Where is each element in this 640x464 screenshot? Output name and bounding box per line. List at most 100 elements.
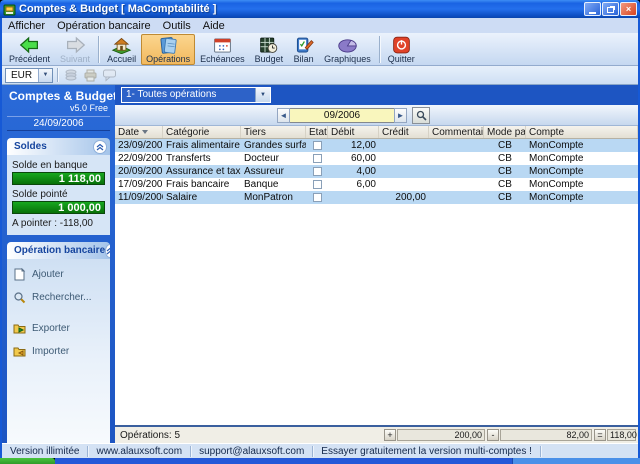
search-icon (14, 292, 26, 304)
currency-value: EUR (11, 69, 33, 81)
content-area: Comptes & Budget v5.0 Free 24/09/2006 So… (2, 85, 638, 443)
column-header-date[interactable]: Date (115, 126, 163, 138)
operations-filter-select[interactable]: 1- Toutes opérations ▼ (121, 87, 271, 103)
table-row[interactable]: 17/09/2006 Frais bancaire Banque 6,00 CB… (115, 178, 638, 191)
debit-total-indicator: - (487, 429, 499, 441)
column-header-tiers[interactable]: Tiers (241, 126, 306, 138)
close-button[interactable]: × (620, 2, 637, 16)
column-header-commentaire[interactable]: Commentaire (429, 126, 484, 138)
collapse-panel-button[interactable] (105, 243, 110, 258)
column-header-compte[interactable]: Compte (526, 126, 638, 138)
graphiques-button[interactable]: Graphiques (319, 34, 376, 65)
etat-checkbox[interactable] (312, 141, 322, 150)
search-period-button[interactable] (412, 106, 430, 124)
balance-total-indicator: = (594, 429, 606, 441)
operations-count: Opérations: 5 (120, 429, 181, 441)
credit-total-indicator: + (384, 429, 396, 441)
column-header-debit[interactable]: Débit (328, 126, 379, 138)
chevron-up-icon (106, 247, 110, 254)
table-empty-area (115, 204, 638, 425)
etat-checkbox[interactable] (312, 167, 322, 176)
accueil-button[interactable]: Accueil (102, 34, 141, 65)
app-logo-icon (3, 4, 16, 15)
window-title: Comptes & Budget [ MaComptabilité ] (19, 3, 217, 15)
safe-icon (260, 37, 278, 53)
period-field[interactable]: 09/2006 (290, 107, 394, 123)
menu-afficher[interactable]: Afficher (2, 20, 51, 32)
operations-button[interactable]: Opérations (141, 34, 196, 65)
printer-icon[interactable] (83, 68, 98, 82)
bank-balance-label: Solde en banque (12, 160, 88, 171)
main-area: 1- Toutes opérations ▼ ◄ 09/2006 ► Date … (115, 85, 638, 443)
column-header-credit[interactable]: Crédit (379, 126, 429, 138)
quitter-button[interactable]: Quitter (383, 34, 420, 65)
speech-bubble-icon[interactable] (102, 68, 117, 82)
minimize-icon (589, 11, 596, 14)
suivant-button[interactable]: Suivant (55, 34, 95, 65)
chevron-down-icon: ▼ (38, 68, 52, 82)
filter-band: 1- Toutes opérations ▼ (115, 85, 638, 105)
start-button[interactable] (0, 458, 55, 464)
chevron-down-icon: ▼ (255, 88, 270, 102)
currency-select[interactable]: EUR ▼ (5, 67, 53, 83)
new-note-icon (14, 268, 26, 281)
bank-balance-value: 1 118,00 (12, 172, 105, 185)
taskbar-strip (55, 458, 512, 464)
next-month-button[interactable]: ► (394, 107, 407, 123)
ajouter-link[interactable]: Ajouter (13, 268, 104, 281)
currency-toolbar: EUR ▼ (2, 66, 638, 85)
pie-chart-icon (338, 39, 357, 53)
table-header-row: Date Catégorie Tiers Etat Débit Crédit C… (115, 126, 638, 139)
exporter-link[interactable]: Exporter (13, 322, 104, 335)
table-row[interactable]: 11/09/2006 Salaire MonPatron 200,00 CB M… (115, 191, 638, 204)
operation-panel-body: Ajouter Rechercher... Exporter Importer (7, 259, 110, 443)
menu-operation-bancaire[interactable]: Opération bancaire (51, 20, 157, 32)
bilan-button[interactable]: Bilan (288, 34, 319, 65)
website-link[interactable]: www.alauxsoft.com (88, 445, 192, 457)
toolbar-separator (98, 36, 100, 63)
column-header-etat[interactable]: Etat (306, 126, 328, 138)
soldes-panel-title: Soldes (14, 141, 47, 152)
upgrade-promo-link[interactable]: Essayer gratuitement la version multi-co… (313, 445, 541, 457)
etat-checkbox[interactable] (312, 193, 322, 202)
soldes-panel-header: Soldes (7, 138, 110, 155)
sidebar-app-title: Comptes & Budget (9, 89, 117, 103)
column-header-categorie[interactable]: Catégorie (163, 126, 241, 138)
coins-icon[interactable] (64, 68, 79, 82)
current-date-display: 24/09/2006 (7, 116, 110, 131)
power-icon (392, 36, 410, 54)
toolbar-separator (57, 68, 58, 82)
restore-button[interactable] (602, 2, 619, 16)
collapse-panel-button[interactable] (93, 139, 107, 154)
importer-link[interactable]: Importer (13, 345, 104, 358)
credit-total-value: 200,00 (397, 429, 485, 441)
etat-checkbox[interactable] (312, 180, 322, 189)
echeances-button[interactable]: Echéances (195, 34, 250, 65)
forward-arrow-icon (66, 36, 85, 54)
table-row[interactable]: 23/09/2006 Frais alimentaire Grandes sur… (115, 139, 638, 152)
window-frame: Afficher Opération bancaire Outils Aide … (0, 18, 640, 458)
menu-aide[interactable]: Aide (197, 20, 231, 32)
to-point-label: A pointer : -118,00 (12, 218, 93, 229)
sort-desc-icon (142, 130, 149, 134)
export-folder-icon (13, 324, 26, 334)
soldes-panel-body: Solde en banque 1 118,00 Solde pointé 1 … (7, 155, 110, 235)
column-header-mode-paiement[interactable]: Mode pai... (484, 126, 526, 138)
table-row[interactable]: 22/09/2006 Transferts Docteur 60,00 CB M… (115, 152, 638, 165)
title-bar: Comptes & Budget [ MaComptabilité ] × (0, 0, 640, 18)
rechercher-link[interactable]: Rechercher... (13, 291, 104, 304)
app-window: Comptes & Budget [ MaComptabilité ] × Af… (0, 0, 640, 464)
previous-month-button[interactable]: ◄ (277, 107, 290, 123)
minimize-button[interactable] (584, 2, 601, 16)
soldes-panel: Soldes Solde en banque 1 118,00 Solde po… (7, 138, 110, 235)
precedent-button[interactable]: Précédent (4, 34, 55, 65)
status-bar: Version illimitée www.alauxsoft.com supp… (2, 443, 638, 458)
etat-checkbox[interactable] (312, 154, 322, 163)
menu-outils[interactable]: Outils (157, 20, 197, 32)
budget-button[interactable]: Budget (250, 34, 289, 65)
restore-icon (607, 7, 614, 13)
chevron-up-icon (96, 143, 104, 150)
table-row[interactable]: 20/09/2006 Assurance et taxes.. Assureur… (115, 165, 638, 178)
calendar-icon (214, 38, 231, 53)
support-email-link[interactable]: support@alauxsoft.com (191, 445, 314, 457)
